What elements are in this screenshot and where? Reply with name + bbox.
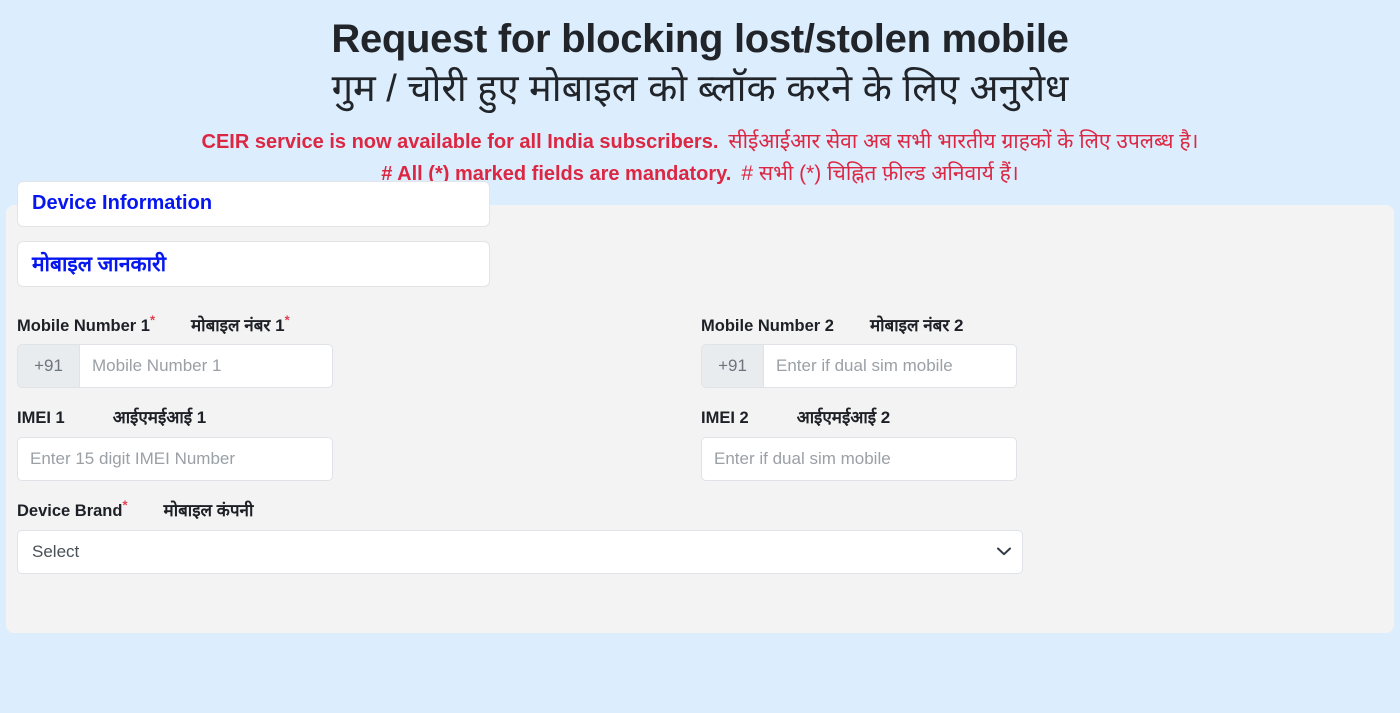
imei-2-input[interactable] [701,437,1017,482]
label-imei-1-hindi: आईएमईआई 1 [112,408,207,428]
required-asterisk-device-brand: * [122,497,128,513]
label-mobile-number-1-english: Mobile Number 1 [17,316,150,335]
page-title-english: Request for blocking lost/stolen mobile [331,17,1069,61]
label-imei-1: IMEI 1 आईएमईआई 1 [17,408,701,429]
label-mobile-number-2-hindi: मोबाइल नंबर 2 [869,315,964,335]
label-mobile-number-1: Mobile Number 1* मोबाइल नंबर 1* [17,313,701,337]
required-asterisk-hindi: * [284,312,290,328]
mobile-number-1-input-group: +91 [17,344,701,389]
section-heading-hindi-card: मोबाइल जानकारी [17,240,490,287]
label-imei-2-english: IMEI 2 [701,409,749,428]
section-heading-hindi-label: मोबाइल जानकारी [32,252,167,276]
label-imei-2: IMEI 2 आईएमईआई 2 [701,408,1383,429]
device-information-form: Mobile Number 1* मोबाइल नंबर 1* +91 Mobil… [17,313,1383,594]
imei-1-input[interactable] [17,437,333,482]
section-heading-english-card: Device Information [17,180,490,227]
notice-line-1: CEIR service is now available for all In… [0,126,1400,159]
section-heading-stack: Device Information मोबाइल जानकारी [17,180,490,287]
country-code-prefix-mobile-1: +91 [17,344,79,389]
mobile-number-2-input-group: +91 [701,344,1383,389]
required-asterisk: * [149,312,155,328]
field-mobile-number-1: Mobile Number 1* मोबाइल नंबर 1* +91 [17,313,701,389]
notice-line-2-hindi: # सभी (*) चिह्नित फ़ील्ड अनिवार्य हैं। [741,162,1019,186]
label-mobile-number-2: Mobile Number 2 मोबाइल नंबर 2 [701,316,1383,337]
country-code-prefix-mobile-2: +91 [701,344,763,389]
label-mobile-number-2-english: Mobile Number 2 [701,316,834,335]
label-mobile-number-1-hindi: मोबाइल नंबर 1 [191,315,285,335]
field-device-brand: Device Brand* मोबाइल कंपनी Select [17,497,1383,574]
label-device-brand: Device Brand* मोबाइल कंपनी [17,497,1383,522]
field-imei-1: IMEI 1 आईएमईआई 1 [17,408,701,482]
device-brand-selected-value: Select [32,541,80,561]
page-title-hindi: गुम / चोरी हुए मोबाइल को ब्लॉक करने के ल… [331,68,1069,110]
device-brand-select[interactable]: Select [17,529,1023,574]
label-device-brand-hindi: मोबाइल कंपनी [163,501,254,521]
field-imei-2: IMEI 2 आईएमईआई 2 [701,408,1383,482]
mobile-number-1-input[interactable] [79,344,333,389]
label-imei-1-english: IMEI 1 [17,409,65,428]
device-information-panel: Device Information मोबाइल जानकारी Mobile… [6,180,1394,633]
label-device-brand-english: Device Brand [17,502,123,521]
mobile-number-2-input[interactable] [763,344,1017,389]
device-brand-select-wrapper: Select [17,529,1023,574]
section-heading-english-label: Device Information [32,192,213,215]
page-header: Request for blocking lost/stolen mobile … [0,0,1400,191]
field-mobile-number-2: Mobile Number 2 मोबाइल नंबर 2 +91 [701,316,1383,389]
label-imei-2-hindi: आईएमईआई 2 [796,408,891,428]
notice-line-1-hindi: सीईआईआर सेवा अब सभी भारतीय ग्राहकों के ल… [728,129,1199,153]
notice-line-1-english: CEIR service is now available for all In… [201,130,719,153]
